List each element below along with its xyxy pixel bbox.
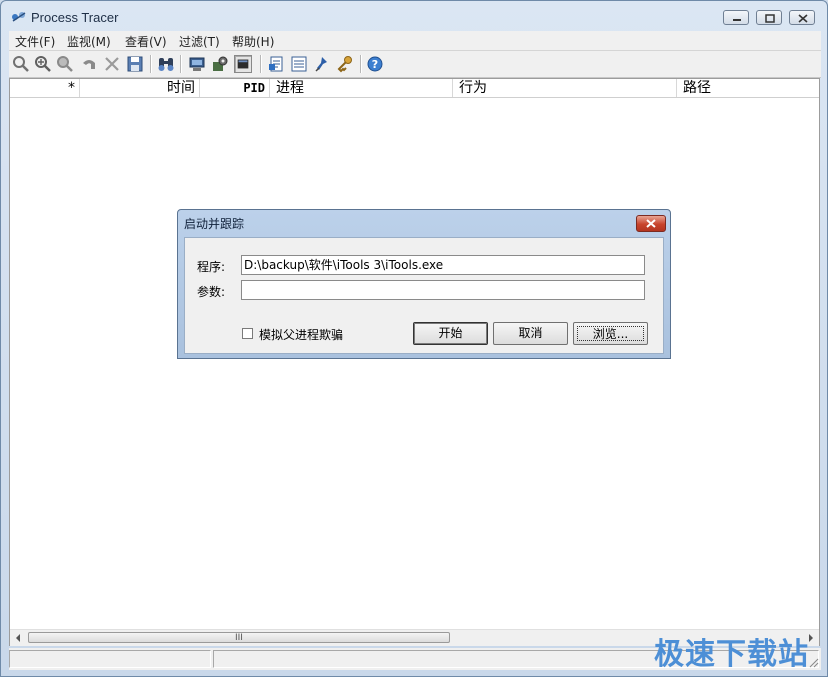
pin-icon[interactable] bbox=[313, 55, 331, 73]
process-tracer-app-icon bbox=[12, 12, 26, 22]
status-pane-left bbox=[9, 650, 211, 668]
list-icon[interactable] bbox=[290, 55, 308, 73]
find-icon[interactable] bbox=[157, 55, 175, 73]
dialog-close-button[interactable] bbox=[636, 215, 666, 232]
column-header-process[interactable]: 进程 bbox=[270, 79, 453, 97]
toolbar-separator bbox=[360, 55, 362, 73]
spoof-parent-label[interactable]: 模拟父进程欺骗 bbox=[259, 326, 343, 343]
column-header-time[interactable]: 时间 bbox=[80, 79, 200, 97]
close-window-button[interactable] bbox=[789, 10, 815, 25]
settings-icon[interactable] bbox=[211, 55, 229, 73]
column-header-action[interactable]: 行为 bbox=[453, 79, 677, 97]
menu-monitor[interactable]: 监视(M) bbox=[67, 33, 111, 50]
close-icon bbox=[646, 219, 656, 228]
window-title: Process Tracer bbox=[31, 10, 119, 25]
params-label: 参数: bbox=[197, 285, 226, 299]
scroll-grip: III bbox=[235, 633, 243, 643]
computer-icon[interactable] bbox=[188, 55, 206, 73]
cancel-button[interactable]: 取消 bbox=[493, 322, 568, 345]
browse-button[interactable]: 浏览... bbox=[573, 322, 648, 345]
maximize-button[interactable] bbox=[756, 10, 782, 25]
column-header-path[interactable]: 路径 bbox=[677, 79, 819, 97]
minimize-button[interactable] bbox=[723, 10, 749, 25]
key-icon[interactable] bbox=[336, 55, 354, 73]
toolbar-separator bbox=[150, 55, 152, 73]
program-label: 程序: bbox=[197, 260, 226, 274]
dialog-body: 程序: D:\backup\软件\iTools 3\iTools.exe 参数:… bbox=[184, 237, 664, 354]
column-header-pid[interactable]: PID bbox=[200, 79, 270, 97]
scroll-left-icon[interactable] bbox=[14, 633, 22, 643]
delete-icon[interactable] bbox=[103, 55, 121, 73]
menu-help[interactable]: 帮助(H) bbox=[232, 33, 274, 50]
dialog-title: 启动并跟踪 bbox=[184, 217, 245, 231]
title-bar[interactable]: Process Tracer bbox=[1, 1, 827, 31]
program-path-input[interactable]: D:\backup\软件\iTools 3\iTools.exe bbox=[241, 255, 645, 275]
trace-list[interactable]: * 时间 PID 进程 行为 路径 III bbox=[9, 78, 820, 646]
list-header: * 时间 PID 进程 行为 路径 bbox=[10, 79, 819, 98]
menu-view[interactable]: 查看(V) bbox=[125, 33, 167, 50]
watermark: 极速下载站 bbox=[654, 637, 809, 672]
toolbar: ? bbox=[9, 51, 821, 78]
scroll-thumb[interactable]: III bbox=[28, 632, 450, 643]
magnifier-icon[interactable] bbox=[12, 55, 30, 73]
menu-file[interactable]: 文件(F) bbox=[15, 33, 55, 50]
maximize-icon bbox=[765, 14, 775, 23]
menu-filter[interactable]: 过滤(T) bbox=[179, 33, 220, 50]
browse-button-label: 浏览... bbox=[577, 326, 644, 341]
column-header-marker[interactable]: * bbox=[10, 79, 80, 97]
zoom-in-icon[interactable] bbox=[34, 55, 52, 73]
spoof-parent-checkbox[interactable] bbox=[242, 328, 253, 339]
toolbar-separator bbox=[180, 55, 182, 73]
help-icon[interactable]: ? bbox=[366, 55, 384, 73]
minimize-icon bbox=[733, 19, 741, 21]
save-icon[interactable] bbox=[126, 55, 144, 73]
launch-trace-dialog: 启动并跟踪 程序: D:\backup\软件\iTools 3\iTools.e… bbox=[177, 209, 671, 359]
menu-bar: 文件(F) 监视(M) 查看(V) 过滤(T) 帮助(H) bbox=[9, 31, 821, 51]
undo-icon[interactable] bbox=[80, 55, 98, 73]
start-button[interactable]: 开始 bbox=[413, 322, 488, 345]
export-icon[interactable] bbox=[267, 55, 285, 73]
close-icon bbox=[798, 14, 808, 23]
params-input[interactable] bbox=[241, 280, 645, 300]
zoom-out-icon[interactable] bbox=[56, 55, 74, 73]
svg-text:?: ? bbox=[372, 58, 378, 71]
toolbar-separator bbox=[260, 55, 262, 73]
console-icon[interactable] bbox=[234, 55, 252, 73]
